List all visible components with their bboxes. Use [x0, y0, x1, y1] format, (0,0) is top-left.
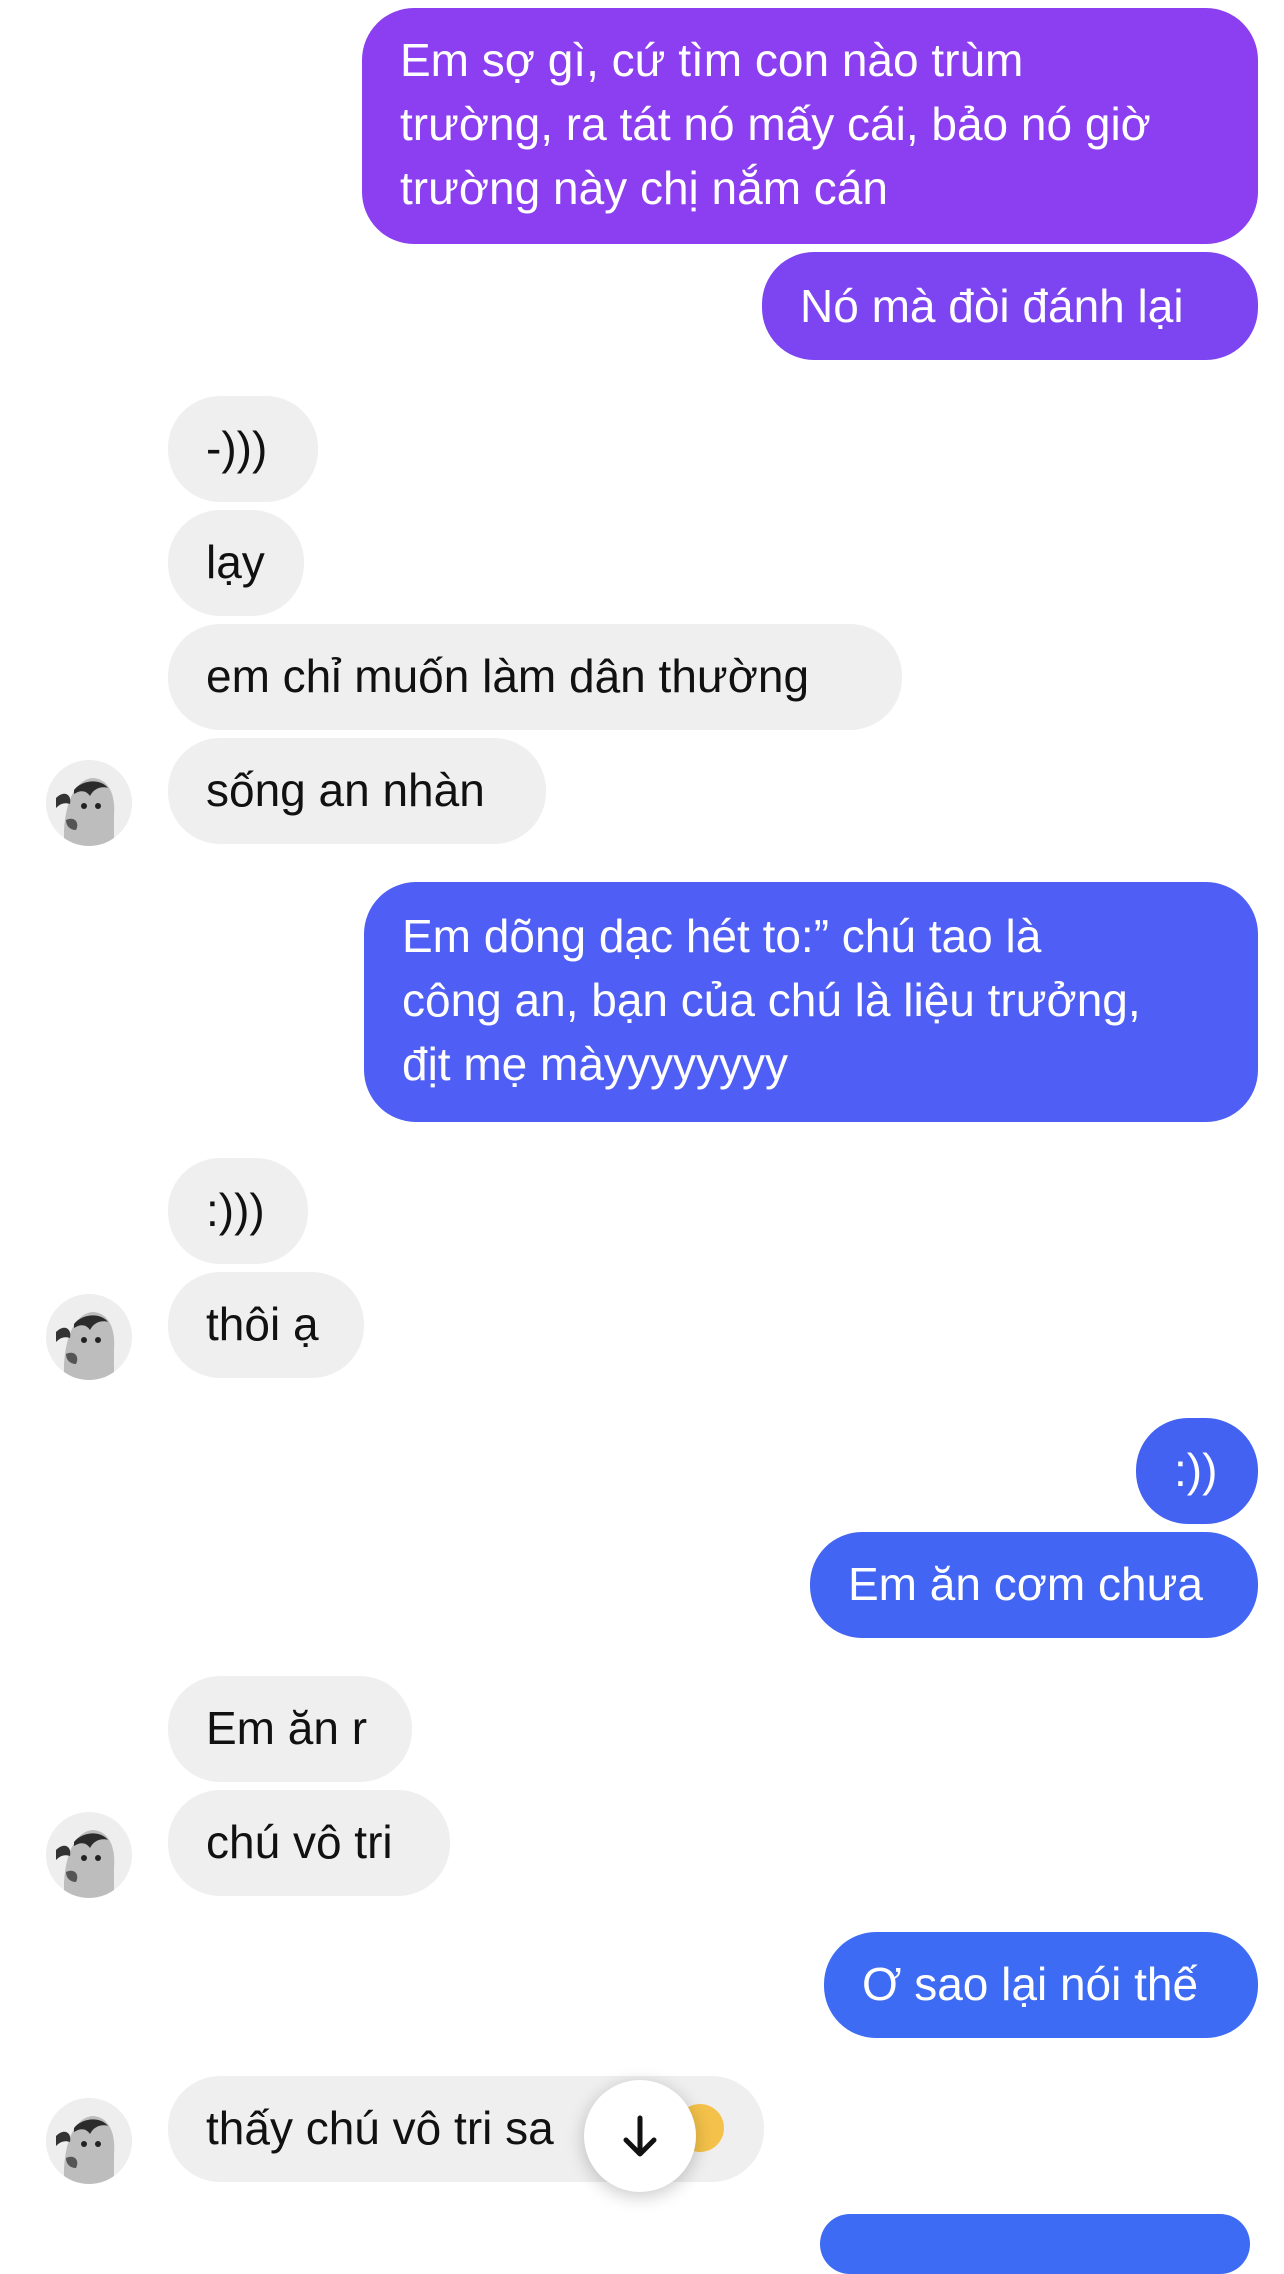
message-text: Ơ sao lại nói thế [862, 1958, 1199, 2010]
message-bubble-outgoing[interactable]: Em ăn cơm chưa [810, 1532, 1258, 1638]
message-text: em chỉ muốn làm dân thường [206, 650, 810, 702]
avatar[interactable] [46, 2098, 132, 2184]
message-bubble-incoming[interactable]: :))) [168, 1158, 308, 1264]
message-bubble-incoming[interactable]: -))) [168, 396, 318, 502]
arrow-down-icon [623, 2115, 657, 2157]
message-bubble-outgoing[interactable]: Em dõng dạc hét to:” chú tao là công an,… [364, 882, 1258, 1122]
message-text: công an, bạn của chú là liệu trưởng, [402, 974, 1141, 1026]
message-bubble-incoming[interactable]: thôi ạ [168, 1272, 364, 1378]
message-bubble-incoming[interactable]: Em ăn r [168, 1676, 412, 1782]
message-text: :))) [206, 1184, 265, 1236]
message-text: Em dõng dạc hét to:” chú tao là [402, 910, 1042, 962]
message-bubble-outgoing[interactable]: Ơ sao lại nói thế [824, 1932, 1258, 2038]
avatar-image [46, 1294, 132, 1380]
avatar[interactable] [46, 1812, 132, 1898]
message-bubble-outgoing[interactable]: Nó mà đòi đánh lại [762, 252, 1258, 360]
message-text: Em sợ gì, cứ tìm con nào trùm [400, 34, 1024, 86]
avatar-image [46, 1812, 132, 1898]
message-bubble-outgoing[interactable]: :)) [1136, 1418, 1258, 1524]
message-text: Em ăn cơm chưa [848, 1558, 1203, 1610]
message-text: địt mẹ màyyyyyyyy [402, 1038, 788, 1090]
avatar[interactable] [46, 760, 132, 846]
message-bubble-incoming[interactable]: chú vô tri [168, 1790, 450, 1896]
message-text: thôi ạ [206, 1298, 319, 1350]
message-text: trường, ra tát nó mấy cái, bảo nó giờ [400, 98, 1151, 150]
avatar[interactable] [46, 1294, 132, 1380]
message-text: sống an nhàn [206, 764, 485, 816]
message-text: :)) [1174, 1444, 1218, 1496]
message-bubble-outgoing-partial[interactable] [820, 2214, 1250, 2274]
scroll-to-bottom-button[interactable] [584, 2080, 696, 2192]
message-bubble-incoming[interactable]: sống an nhàn [168, 738, 546, 844]
message-text: Em ăn r [206, 1702, 368, 1754]
avatar-image [46, 2098, 132, 2184]
message-bubble-incoming[interactable]: em chỉ muốn làm dân thường [168, 624, 902, 730]
message-text: chú vô tri [206, 1816, 393, 1868]
message-bubble-outgoing[interactable]: Em sợ gì, cứ tìm con nào trùm trường, ra… [362, 8, 1258, 244]
message-text: -))) [206, 422, 268, 474]
message-text: Nó mà đòi đánh lại [800, 280, 1184, 332]
message-text: trường này chị nắm cán [400, 162, 888, 214]
avatar-image [46, 760, 132, 846]
message-bubble-incoming[interactable]: lạy [168, 510, 304, 616]
message-text: lạy [206, 536, 265, 588]
